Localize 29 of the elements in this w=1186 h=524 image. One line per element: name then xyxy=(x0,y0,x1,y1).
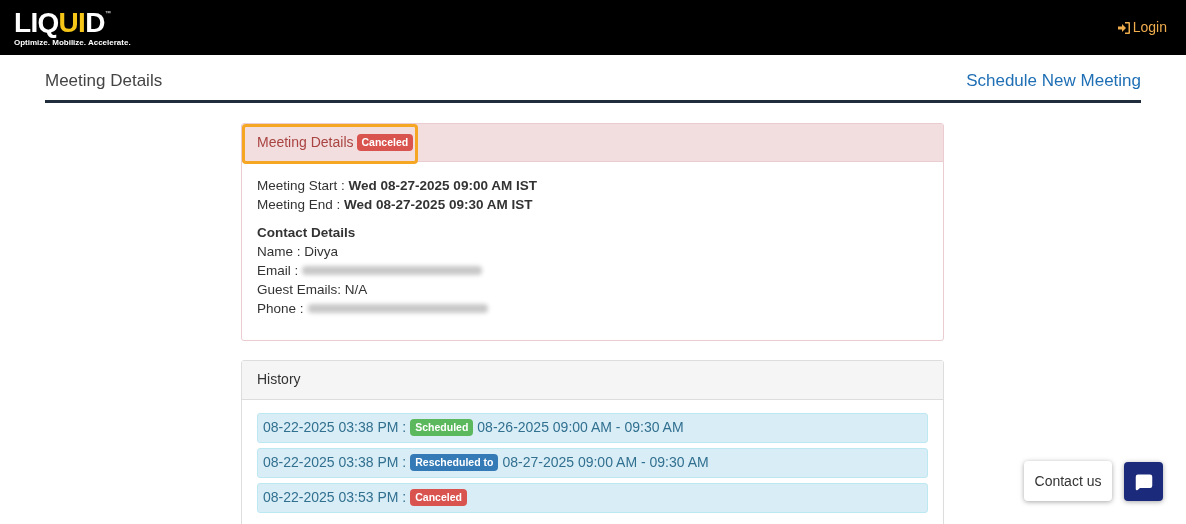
contact-field: Name : Divya xyxy=(257,241,339,261)
entry-detail: 08-27-2025 09:00 AM - 09:30 AM xyxy=(502,453,709,472)
meeting-time: Meeting Start : Wed 08-27-2025 09:00 AM IST xyxy=(257,176,538,195)
logo-letters: UI xyxy=(58,6,86,38)
entry-time: 08-22-2025 03:38 PM : xyxy=(263,418,407,437)
chat-button[interactable] xyxy=(1124,462,1163,501)
logo-letters: LIQ xyxy=(14,6,59,38)
sign-in-icon xyxy=(1117,21,1130,34)
entry-time: 08-22-2025 03:53 PM : xyxy=(263,488,407,507)
contact-field: Email : xyxy=(257,260,299,280)
status-badge: Canceled xyxy=(356,133,414,151)
meeting-time: Meeting End : Wed 08-27-2025 09:30 AM IST xyxy=(257,195,534,214)
entry-detail: 08-26-2025 09:00 AM - 09:30 AM xyxy=(477,418,684,437)
chat-icon xyxy=(1134,472,1153,491)
status-badge: Rescheduled to xyxy=(410,454,499,471)
entry-time: 08-22-2025 03:38 PM : xyxy=(263,453,407,472)
schedule-meeting-link[interactable]: Schedule New Meeting xyxy=(966,68,1141,94)
status-badge: Canceled xyxy=(410,489,467,506)
contact-us-button[interactable]: Contact us xyxy=(1024,461,1112,501)
status-badge: Scheduled xyxy=(410,419,474,436)
card-title: Meeting Details xyxy=(257,132,354,152)
page-title: Meeting Details xyxy=(45,70,163,92)
contact-field: Phone : xyxy=(257,298,304,318)
logo-tagline: Optimize. Mobilize. Accelerate. xyxy=(14,37,131,47)
logo-letters: D xyxy=(85,6,105,38)
login-link[interactable]: Login xyxy=(1117,17,1167,38)
contact-field: Guest Emails: N/A xyxy=(257,279,368,299)
section-title: Contact Details xyxy=(257,223,357,242)
card-title: History xyxy=(257,370,301,389)
